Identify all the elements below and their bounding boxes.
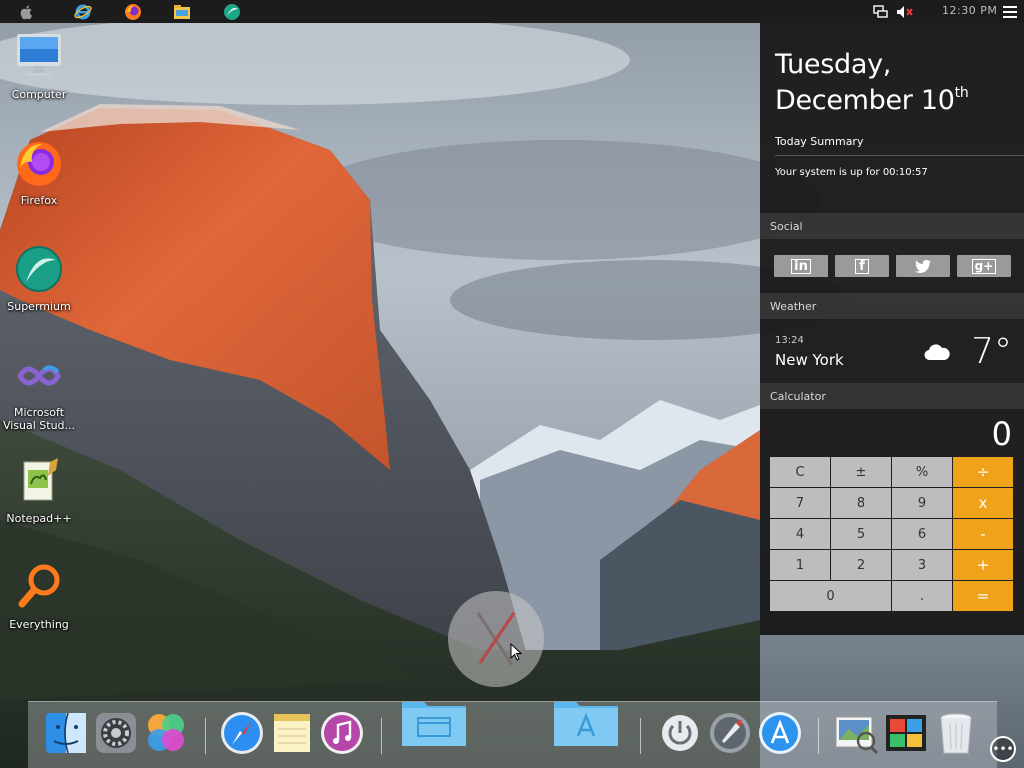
notes-icon[interactable]	[268, 709, 316, 757]
photo-booth-icon[interactable]	[882, 709, 930, 757]
documents-folder-icon[interactable]	[400, 694, 468, 750]
panel-day: Tuesday,	[775, 49, 892, 80]
file-explorer-icon[interactable]	[172, 2, 192, 21]
linkedin-icon: in	[791, 258, 811, 274]
calc-key-6[interactable]: 6	[892, 519, 952, 549]
facebook-button[interactable]: f	[835, 255, 889, 277]
desktop-icon-label: Everything	[9, 618, 69, 631]
desktop-icon-label: Computer	[11, 88, 67, 101]
notepad-plus-plus-icon	[23, 458, 58, 501]
desktop-icon-label: Supermium	[7, 300, 71, 313]
safari-icon[interactable]	[218, 709, 266, 757]
calc-key-7[interactable]: 7	[770, 488, 830, 518]
calc-key-1[interactable]: 1	[770, 550, 830, 580]
power-icon[interactable]	[656, 709, 704, 757]
more-options-button[interactable]: •••	[990, 736, 1016, 762]
weather-temperature: 7°	[971, 331, 1012, 372]
calc-key-2[interactable]: 2	[831, 550, 891, 580]
calculator-title: Calculator	[770, 390, 826, 403]
firefox-icon	[17, 142, 61, 186]
dock	[28, 701, 997, 768]
desktop-icon-firefox[interactable]: Firefox	[0, 138, 78, 207]
dock-separator	[818, 718, 819, 754]
summary-divider	[775, 155, 1024, 156]
linkedin-button[interactable]: in	[774, 255, 828, 277]
calc-key-5[interactable]: 5	[831, 519, 891, 549]
network-icon[interactable]	[870, 2, 890, 21]
cloud-icon	[924, 344, 950, 361]
menu-icon[interactable]	[1000, 2, 1020, 21]
more-icon: •••	[992, 742, 1014, 756]
panel-date-ordinal: th	[954, 85, 969, 101]
social-section-header: Social	[760, 213, 1024, 239]
panel-month-day: December 10	[775, 85, 955, 116]
launcher-button[interactable]	[448, 591, 544, 687]
desktop-icon-label: Firefox	[20, 194, 58, 207]
os-x-logo-icon	[476, 612, 516, 666]
supermium-icon[interactable]	[222, 2, 242, 21]
weather-section-header: Weather	[760, 293, 1024, 319]
trash-icon[interactable]	[932, 709, 980, 757]
finder-icon[interactable]	[42, 709, 90, 757]
dock-separator	[381, 718, 382, 754]
calc-key-negate[interactable]: ±	[831, 457, 891, 487]
weather-time: 13:24	[775, 335, 804, 346]
dock-separator	[640, 718, 641, 754]
calc-key-subtract[interactable]: -	[953, 519, 1013, 549]
calc-key-multiply[interactable]: x	[953, 488, 1013, 518]
twitter-icon	[915, 259, 931, 273]
computer-icon	[17, 34, 61, 76]
google-plus-button[interactable]: g+	[957, 255, 1011, 277]
panel-date: December 10th	[775, 85, 969, 116]
firefox-icon[interactable]	[123, 2, 143, 21]
summary-title: Today Summary	[775, 135, 864, 148]
internet-explorer-icon[interactable]	[73, 2, 93, 21]
desktop-icon-everything[interactable]: Everything	[0, 562, 78, 631]
google-plus-icon: g+	[971, 258, 997, 274]
game-center-icon[interactable]	[142, 709, 190, 757]
weather-city: New York	[775, 351, 844, 369]
calc-key-9[interactable]: 9	[892, 488, 952, 518]
calc-key-equals[interactable]: =	[953, 581, 1013, 611]
desktop-icon-visual-studio[interactable]: Microsoft Visual Stud...	[0, 350, 78, 432]
desktop-icon-computer[interactable]: Computer	[0, 32, 78, 101]
system-preferences-icon[interactable]	[92, 709, 140, 757]
clock[interactable]: 12:30 PM	[942, 4, 997, 17]
calc-key-4[interactable]: 4	[770, 519, 830, 549]
calculator-display: 0	[991, 415, 1012, 453]
calc-key-decimal[interactable]: .	[892, 581, 952, 611]
weather-title: Weather	[770, 300, 817, 313]
everything-search-icon	[18, 564, 60, 608]
preview-icon[interactable]	[832, 709, 880, 757]
desktop-icon-notepad-plus-plus[interactable]: Notepad++	[0, 456, 78, 525]
desktop-icon-label: Notepad++	[6, 512, 72, 525]
calculator-section-header: Calculator	[760, 383, 1024, 409]
calc-key-add[interactable]: +	[953, 550, 1013, 580]
launchpad-icon[interactable]	[706, 709, 754, 757]
visual-studio-icon	[17, 365, 61, 386]
uptime-text: Your system is up for 00:10:57	[775, 167, 928, 178]
facebook-icon: f	[855, 258, 869, 274]
volume-muted-icon[interactable]	[895, 2, 915, 21]
app-store-icon[interactable]	[756, 709, 804, 757]
calc-key-clear[interactable]: C	[770, 457, 830, 487]
apple-icon[interactable]	[17, 2, 37, 21]
calc-key-percent[interactable]: %	[892, 457, 952, 487]
desktop-icon-label: Microsoft Visual Stud...	[2, 406, 76, 432]
itunes-icon[interactable]	[318, 709, 366, 757]
notification-panel: Tuesday, December 10th Today Summary You…	[760, 23, 1024, 635]
calc-key-8[interactable]: 8	[831, 488, 891, 518]
twitter-button[interactable]	[896, 255, 950, 277]
mouse-cursor-icon	[510, 643, 522, 661]
desktop-icon-supermium[interactable]: Supermium	[0, 244, 78, 313]
top-menu-bar: 12:30 PM	[0, 0, 1024, 23]
dock-separator	[205, 718, 206, 754]
calc-key-0[interactable]: 0	[770, 581, 891, 611]
applications-folder-icon[interactable]	[552, 694, 620, 750]
calc-key-3[interactable]: 3	[892, 550, 952, 580]
calc-key-divide[interactable]: ÷	[953, 457, 1013, 487]
supermium-icon	[16, 246, 62, 292]
social-title: Social	[770, 220, 803, 233]
